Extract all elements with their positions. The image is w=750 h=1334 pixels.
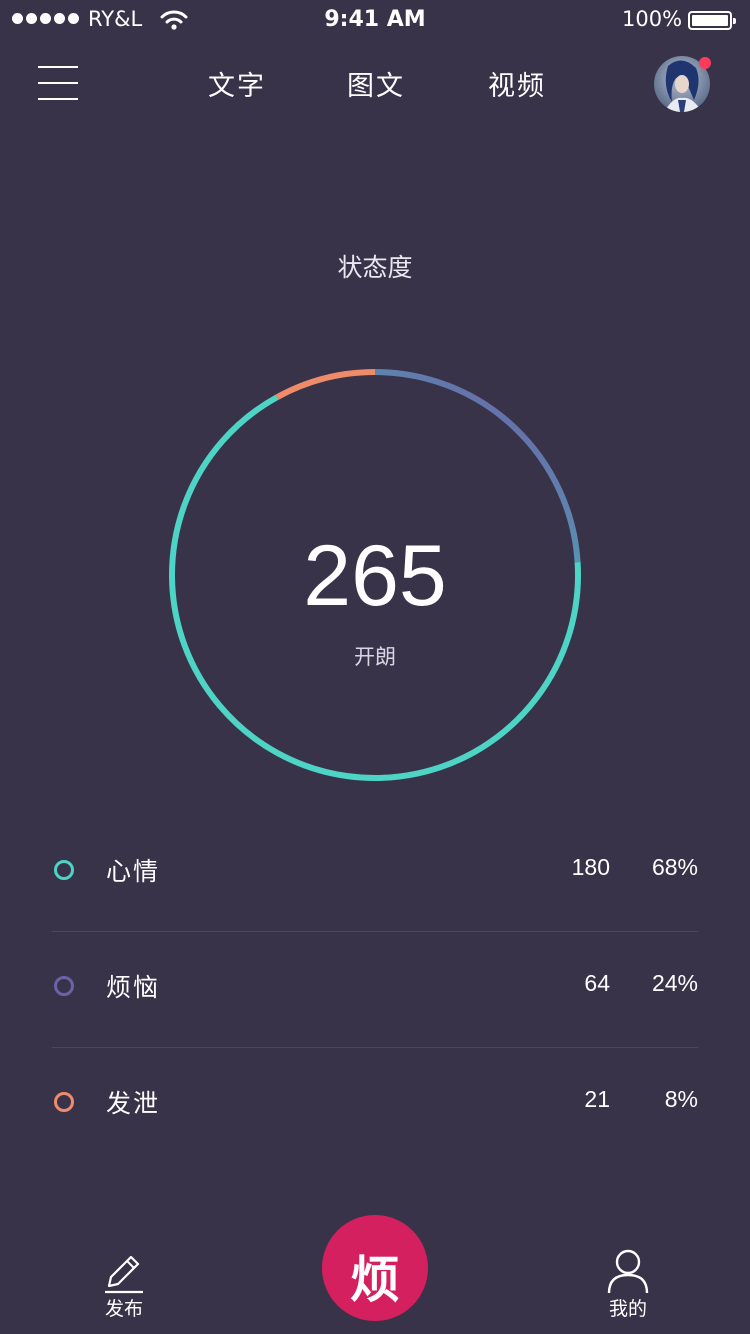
profile-button[interactable]: 我的 xyxy=(583,1248,673,1322)
tab-video[interactable]: 视频 xyxy=(488,64,546,103)
stat-name: 烦恼 xyxy=(106,973,161,1002)
menu-button[interactable] xyxy=(38,66,78,102)
tab-text[interactable]: 文字 xyxy=(208,64,266,103)
pencil-icon xyxy=(105,1255,143,1294)
page-title: 状态度 xyxy=(337,253,413,282)
stat-count: 21 xyxy=(584,1086,610,1112)
stat-name: 心情 xyxy=(106,857,161,886)
stat-percent: 68% xyxy=(651,854,698,880)
battery-level xyxy=(692,15,728,26)
stat-count: 64 xyxy=(584,970,610,996)
legend-dot xyxy=(54,860,74,880)
ring-segment-vent xyxy=(275,369,376,400)
stat-count: 180 xyxy=(571,854,610,880)
publish-label: 发布 xyxy=(104,1298,143,1320)
legend-dot xyxy=(54,1092,74,1112)
stat-percent: 24% xyxy=(651,970,698,996)
legend-dot xyxy=(54,976,74,996)
menu-icon xyxy=(38,66,78,68)
stat-percent: 8% xyxy=(664,1086,698,1112)
score-value: 265 xyxy=(303,528,447,624)
mood-label: 开朗 xyxy=(354,645,396,669)
list-item[interactable]: 发泄 21 8% xyxy=(52,1046,698,1162)
battery-percent: 100% xyxy=(622,7,683,31)
status-bar: RY&L 9:41 AM 100% xyxy=(0,0,750,40)
publish-button[interactable]: 发布 xyxy=(79,1248,169,1322)
user-icon xyxy=(607,1249,649,1294)
tab-image-text[interactable]: 图文 xyxy=(347,64,405,103)
battery-icon xyxy=(688,11,736,30)
notification-dot xyxy=(699,57,711,69)
center-action-label: 烦 xyxy=(350,1251,400,1309)
list-item[interactable]: 心情 180 68% xyxy=(52,814,698,930)
list-item[interactable]: 烦恼 64 24% xyxy=(52,930,698,1046)
profile-label: 我的 xyxy=(608,1298,647,1320)
center-action-button[interactable]: 烦 xyxy=(322,1215,428,1321)
stat-name: 发泄 xyxy=(106,1089,161,1118)
